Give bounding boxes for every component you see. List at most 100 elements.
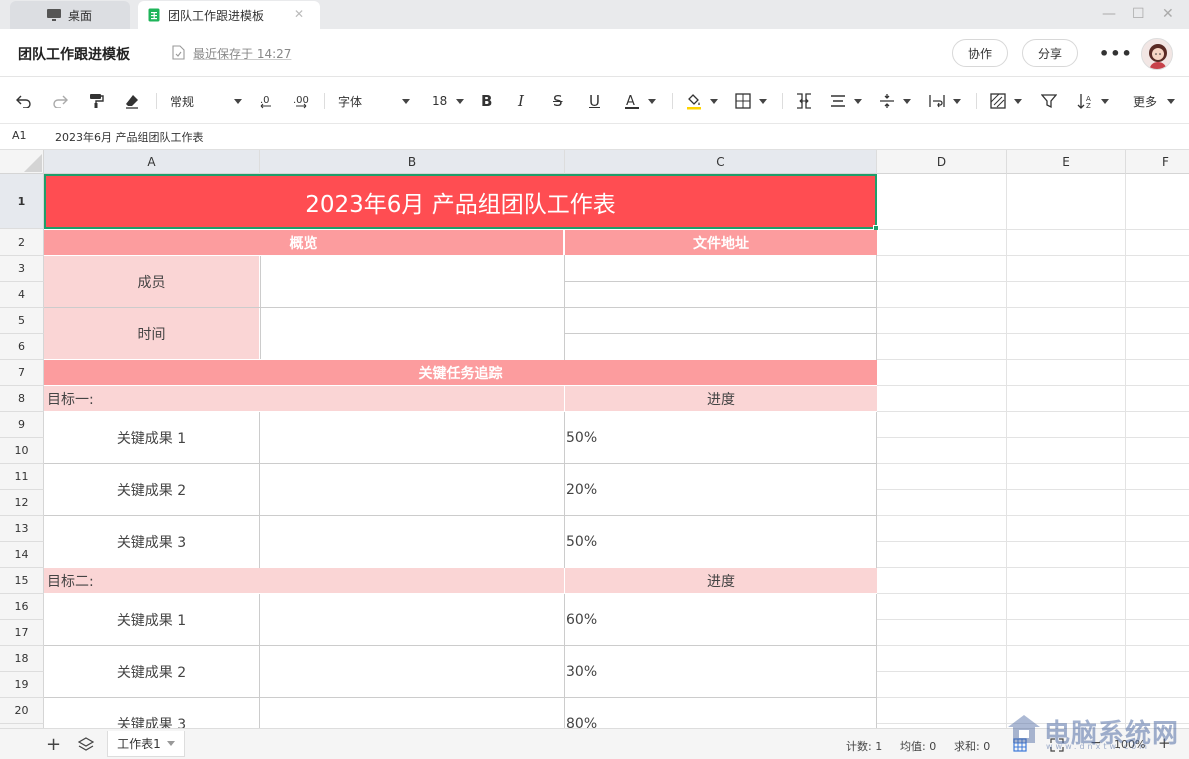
- key-result-progress[interactable]: 50%: [566, 412, 876, 463]
- row-header[interactable]: 12: [0, 490, 44, 516]
- formula-input[interactable]: 2023年6月 产品组团队工作表: [55, 129, 204, 145]
- collaborate-button[interactable]: 协作: [952, 39, 1008, 67]
- row-header[interactable]: 10: [0, 438, 44, 464]
- font-family-select[interactable]: 字体: [338, 92, 410, 110]
- format-painter-icon[interactable]: [88, 92, 104, 110]
- row-header[interactable]: 18: [0, 646, 44, 672]
- row-header[interactable]: 16: [0, 594, 44, 620]
- cell-reference[interactable]: A1: [12, 129, 27, 142]
- gridline: [877, 411, 1189, 412]
- font-color-button[interactable]: A: [624, 92, 656, 110]
- increase-decimal-icon[interactable]: .00: [292, 92, 312, 110]
- column-header-b[interactable]: B: [260, 150, 565, 174]
- key-result-progress[interactable]: 30%: [566, 646, 876, 697]
- merge-cells-icon[interactable]: [796, 92, 812, 110]
- row-header[interactable]: 4: [0, 282, 44, 308]
- more-options-icon[interactable]: •••: [1099, 44, 1133, 63]
- avatar[interactable]: [1141, 38, 1173, 70]
- table-style-button[interactable]: [990, 92, 1022, 110]
- minimize-icon[interactable]: —: [1102, 6, 1116, 22]
- row-header[interactable]: 13: [0, 516, 44, 542]
- more-tools-button[interactable]: 更多: [1133, 92, 1176, 110]
- column-header-a[interactable]: A: [44, 150, 260, 174]
- row-header[interactable]: 9: [0, 412, 44, 438]
- goal-two-progress-header[interactable]: 进度: [565, 568, 877, 593]
- goal-one-progress-header[interactable]: 进度: [565, 386, 877, 411]
- row-header[interactable]: 19: [0, 672, 44, 698]
- spreadsheet-grid[interactable]: A B C D E F 1 2 3 4 5 6 7 8 9 10 11 12 1…: [0, 150, 1189, 728]
- text-wrap-button[interactable]: [929, 92, 961, 110]
- document-title[interactable]: 团队工作跟进模板: [18, 44, 130, 64]
- row-header[interactable]: 5: [0, 308, 44, 334]
- more-tools-label: 更多: [1133, 94, 1158, 109]
- key-result-name[interactable]: 关键成果 2: [44, 464, 259, 515]
- number-format-value: 常规: [170, 94, 195, 109]
- maximize-icon[interactable]: ☐: [1132, 6, 1145, 22]
- row-header[interactable]: 7: [0, 360, 44, 386]
- share-button[interactable]: 分享: [1022, 39, 1078, 67]
- column-header-d[interactable]: D: [877, 150, 1007, 174]
- key-result-name[interactable]: 关键成果 1: [44, 594, 259, 645]
- row-header[interactable]: 14: [0, 542, 44, 568]
- vertical-align-button[interactable]: [879, 92, 911, 110]
- gridline: [877, 593, 1189, 594]
- tab-document-label: 团队工作跟进模板: [168, 8, 265, 23]
- select-all-corner[interactable]: [0, 150, 44, 174]
- row-header[interactable]: 15: [0, 568, 44, 594]
- save-status[interactable]: 最近保存于 14:27: [193, 45, 291, 62]
- key-result-progress[interactable]: 20%: [566, 464, 876, 515]
- number-format-select[interactable]: 常规: [170, 92, 242, 110]
- column-header-c[interactable]: C: [565, 150, 877, 174]
- member-value[interactable]: [260, 256, 564, 307]
- bold-icon[interactable]: B: [481, 92, 492, 110]
- horizontal-align-button[interactable]: [830, 92, 862, 110]
- member-label[interactable]: 成员: [44, 256, 259, 307]
- redo-icon[interactable]: [52, 92, 68, 110]
- sort-button[interactable]: AZ: [1077, 92, 1109, 110]
- underline-icon[interactable]: U: [589, 92, 600, 110]
- file-address-header[interactable]: 文件地址: [565, 230, 877, 255]
- column-header-f[interactable]: F: [1126, 150, 1189, 174]
- borders-button[interactable]: [735, 92, 767, 110]
- row-header[interactable]: 11: [0, 464, 44, 490]
- key-result-name[interactable]: 关键成果 1: [44, 412, 259, 463]
- close-window-icon[interactable]: ✕: [1162, 6, 1174, 22]
- font-size-select[interactable]: 18: [432, 92, 464, 110]
- row-header[interactable]: 17: [0, 620, 44, 646]
- row-header[interactable]: 6: [0, 334, 44, 360]
- sheet-title-cell[interactable]: 2023年6月 产品组团队工作表: [44, 174, 877, 229]
- column-header-e[interactable]: E: [1007, 150, 1126, 174]
- time-label[interactable]: 时间: [44, 308, 259, 359]
- row-header[interactable]: 2: [0, 229, 44, 256]
- sheet-tab[interactable]: 工作表1: [107, 731, 185, 757]
- row-header[interactable]: 1: [0, 174, 44, 229]
- goal-one-label[interactable]: 目标一:: [44, 386, 564, 411]
- italic-icon[interactable]: I: [518, 92, 524, 110]
- gridline: [877, 515, 1189, 516]
- decrease-decimal-icon[interactable]: .0: [258, 92, 276, 110]
- key-result-name[interactable]: 关键成果 3: [44, 698, 259, 729]
- tab-desktop[interactable]: 桌面: [10, 1, 130, 29]
- fill-color-button[interactable]: [686, 92, 718, 110]
- add-sheet-icon[interactable]: +: [46, 734, 61, 755]
- clear-format-icon[interactable]: [124, 92, 140, 110]
- row-header[interactable]: 20: [0, 698, 44, 724]
- key-result-progress[interactable]: 60%: [566, 594, 876, 645]
- close-tab-icon[interactable]: ✕: [294, 7, 304, 21]
- row-header[interactable]: 3: [0, 256, 44, 282]
- row-header[interactable]: 8: [0, 386, 44, 412]
- key-result-name[interactable]: 关键成果 2: [44, 646, 259, 697]
- key-result-progress[interactable]: 80%: [566, 698, 876, 729]
- key-task-tracking-header[interactable]: 关键任务追踪: [44, 360, 877, 385]
- strikethrough-icon[interactable]: S: [553, 92, 563, 110]
- layers-icon[interactable]: [77, 737, 95, 756]
- key-result-name[interactable]: 关键成果 3: [44, 516, 259, 567]
- chevron-down-icon[interactable]: [166, 741, 175, 746]
- time-value[interactable]: [260, 308, 564, 359]
- tab-document[interactable]: 团队工作跟进模板 ✕: [138, 1, 320, 29]
- overview-header[interactable]: 概览: [44, 230, 564, 255]
- filter-icon[interactable]: [1041, 92, 1057, 110]
- goal-two-label[interactable]: 目标二:: [44, 568, 564, 593]
- undo-icon[interactable]: [16, 92, 32, 110]
- key-result-progress[interactable]: 50%: [566, 516, 876, 567]
